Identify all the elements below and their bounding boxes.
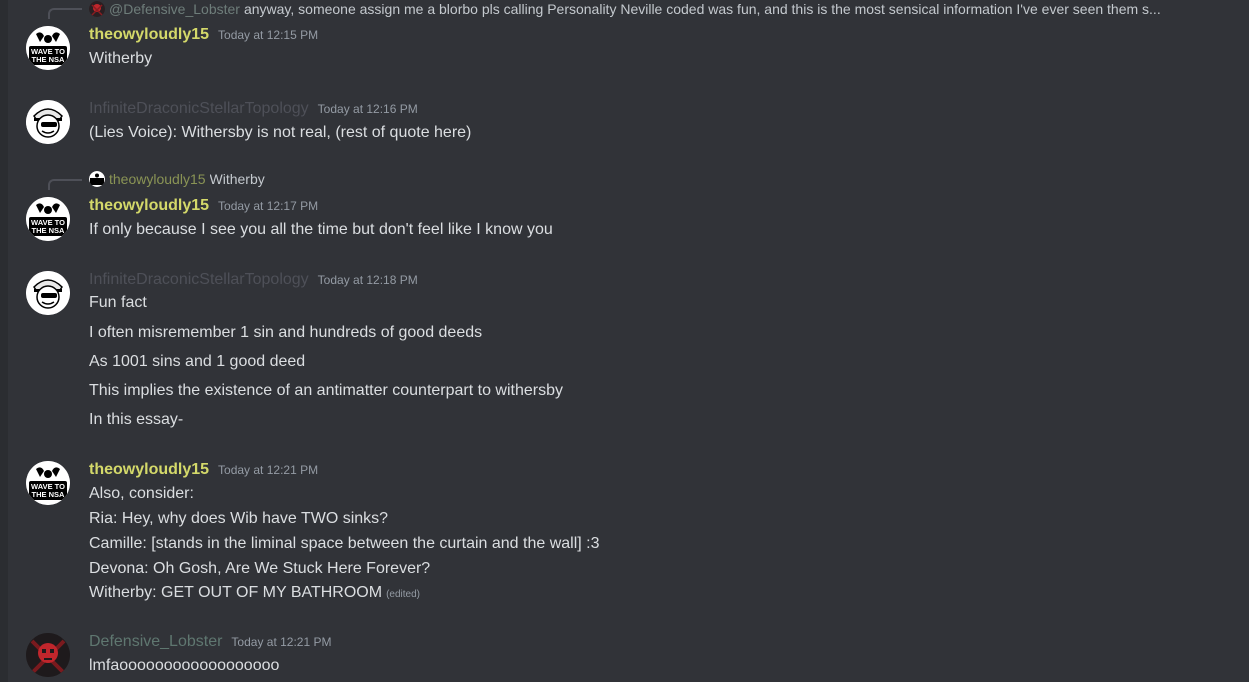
nsa-badge-bottom: THE NSA: [32, 55, 66, 64]
reply-preview[interactable]: @Defensive_Lobster anyway, someone assig…: [89, 1, 1244, 17]
theowyloudly15-reply-avatar[interactable]: [89, 171, 105, 187]
timestamp[interactable]: Today at 12:17 PM: [218, 199, 318, 213]
timestamp[interactable]: Today at 12:18 PM: [318, 273, 418, 287]
message-text: As 1001 sins and 1 good deed: [89, 353, 306, 370]
username[interactable]: theowyloudly15: [89, 26, 209, 44]
reply-spine: [48, 8, 82, 19]
message-header: InfiniteDraconicStellarTopology Today at…: [89, 271, 418, 289]
reply-spine: [48, 179, 82, 190]
username[interactable]: theowyloudly15: [89, 461, 209, 479]
nsa-badge-bottom: THE NSA: [32, 226, 66, 235]
avatar[interactable]: WAVE TO THE NSA: [26, 26, 70, 70]
message-header: theowyloudly15 Today at 12:21 PM: [89, 461, 318, 479]
message-text: Also, consider:: [89, 485, 194, 502]
left-rail: [0, 0, 8, 682]
message-text: I often misremember 1 sin and hundreds o…: [89, 324, 483, 341]
avatar[interactable]: [26, 633, 70, 677]
message-text: This implies the existence of an antimat…: [89, 382, 563, 399]
message-header: InfiniteDraconicStellarTopology Today at…: [89, 100, 418, 118]
chat-window: @Defensive_Lobster anyway, someone assig…: [0, 0, 1249, 682]
defensive-lobster-reply-avatar[interactable]: [89, 1, 105, 17]
message-header: theowyloudly15 Today at 12:15 PM: [89, 26, 318, 44]
message-text: Fun fact: [89, 294, 147, 311]
reply-text[interactable]: anyway, someone assign me a blorbo pls c…: [244, 1, 1161, 17]
reply-text[interactable]: Witherby: [210, 171, 265, 187]
message-header: Defensive_Lobster Today at 12:21 PM: [89, 633, 331, 651]
reply-preview[interactable]: theowyloudly15 Witherby: [89, 171, 689, 187]
message-text: In this essay-: [89, 411, 184, 428]
message-header: theowyloudly15 Today at 12:17 PM: [89, 197, 318, 215]
avatar[interactable]: [26, 271, 70, 315]
message-text-content: Witherby: GET OUT OF MY BATHROOM: [89, 584, 383, 601]
username[interactable]: InfiniteDraconicStellarTopology: [89, 271, 309, 289]
message-list: @Defensive_Lobster anyway, someone assig…: [8, 0, 1249, 682]
timestamp[interactable]: Today at 12:21 PM: [231, 635, 331, 649]
timestamp[interactable]: Today at 12:21 PM: [218, 463, 318, 477]
avatar[interactable]: WAVE TO THE NSA: [26, 197, 70, 241]
message-text: Witherby: GET OUT OF MY BATHROOM (edited): [89, 584, 420, 602]
timestamp[interactable]: Today at 12:16 PM: [318, 102, 418, 116]
message-text: Devona: Oh Gosh, Are We Stuck Here Forev…: [89, 560, 431, 577]
edited-label[interactable]: (edited): [386, 589, 420, 600]
message-text: Camille: [stands in the liminal space be…: [89, 535, 600, 552]
timestamp[interactable]: Today at 12:15 PM: [218, 28, 318, 42]
username[interactable]: theowyloudly15: [89, 197, 209, 215]
username[interactable]: Defensive_Lobster: [89, 633, 222, 651]
avatar[interactable]: [26, 100, 70, 144]
message-text: Witherby: [89, 50, 153, 67]
avatar[interactable]: WAVE TO THE NSA: [26, 461, 70, 505]
username[interactable]: InfiniteDraconicStellarTopology: [89, 100, 309, 118]
message-text: lmfaoooooooooooooooooo: [89, 657, 280, 674]
message-text: Ria: Hey, why does Wib have TWO sinks?: [89, 510, 389, 527]
reply-author[interactable]: @Defensive_Lobster: [109, 1, 240, 17]
nsa-badge-bottom: THE NSA: [32, 490, 66, 499]
reply-author[interactable]: theowyloudly15: [109, 171, 206, 187]
message-text: (Lies Voice): Withersby is not real, (re…: [89, 124, 472, 141]
message-text: If only because I see you all the time b…: [89, 221, 553, 238]
